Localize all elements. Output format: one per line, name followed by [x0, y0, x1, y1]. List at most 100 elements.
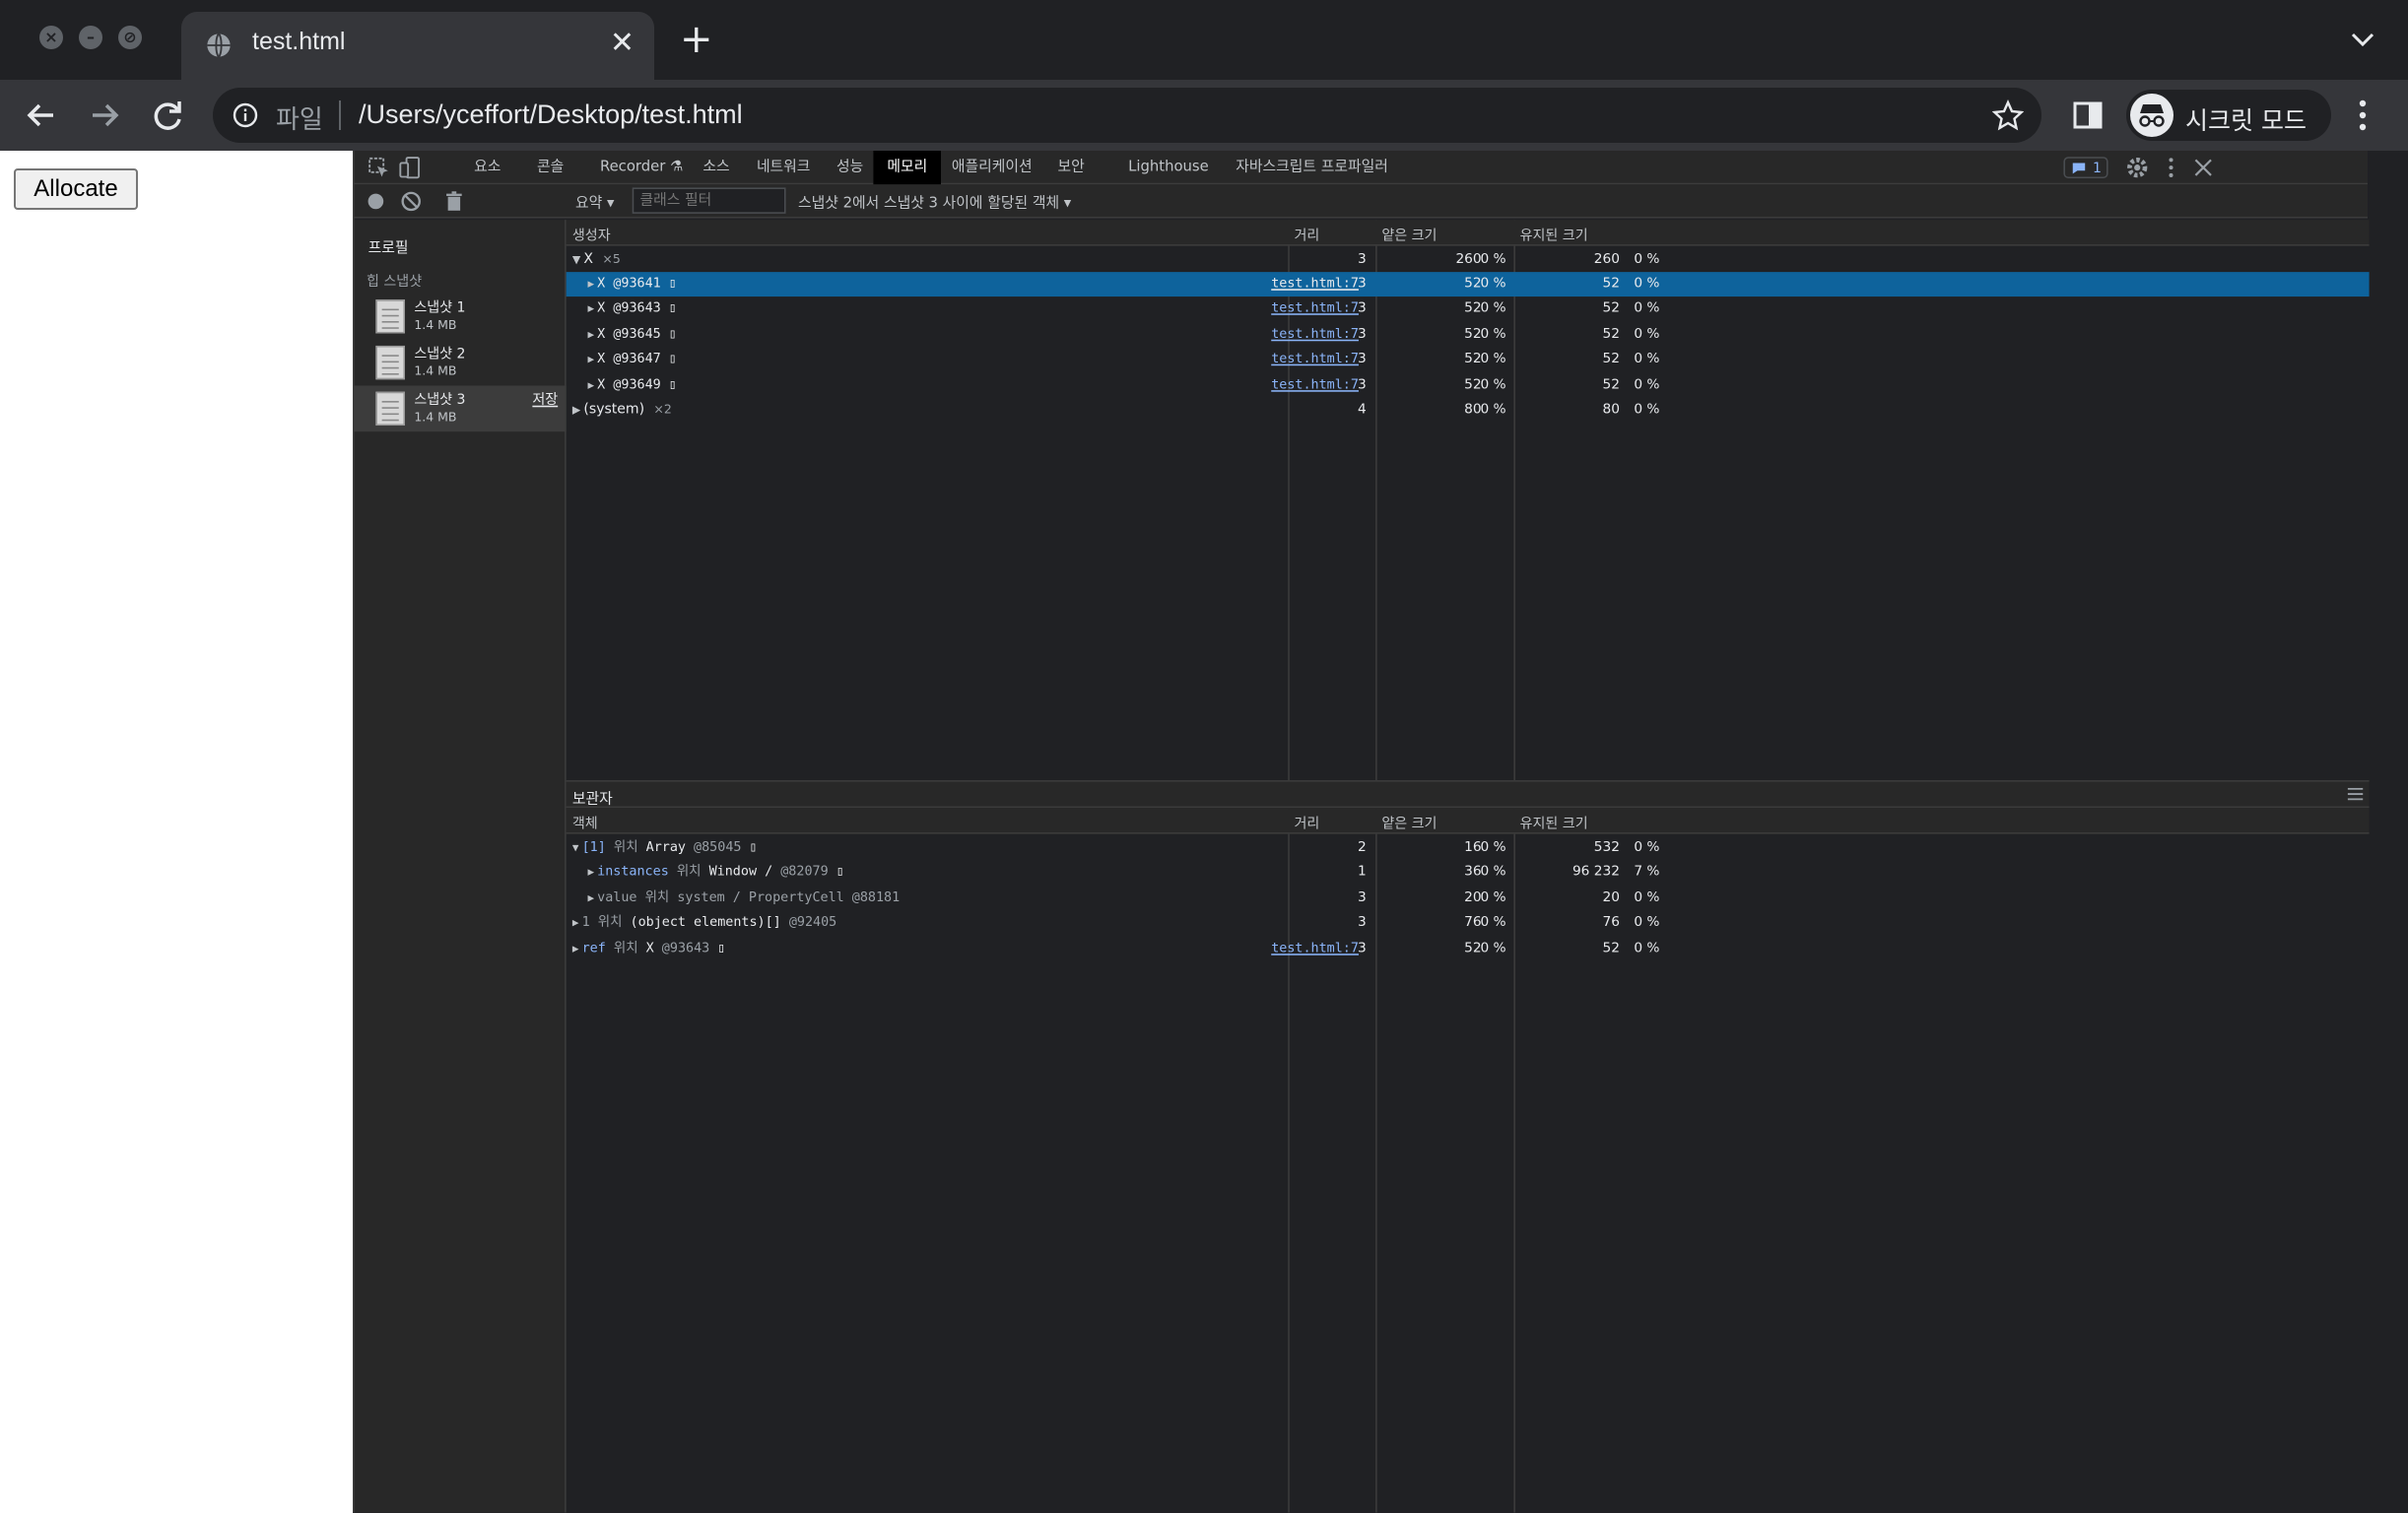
issues-badge[interactable]: 1 — [2063, 157, 2108, 179]
snapshot-item[interactable]: 스냅샷 3 1.4 MB 저장 — [354, 385, 567, 432]
distance-cell: 3 — [1357, 352, 1367, 367]
table-row-group[interactable]: ▶ (system) ×2 4 80 0 % 80 0 % — [567, 398, 2370, 424]
expand-icon[interactable]: ▶ — [587, 278, 594, 290]
distance-cell: 3 — [1357, 301, 1367, 317]
gear-icon[interactable] — [2125, 156, 2150, 180]
expand-icon[interactable]: ▶ — [572, 404, 580, 416]
menu-icon[interactable] — [2347, 787, 2364, 801]
tab-performance[interactable]: 성능 — [836, 151, 863, 184]
close-icon[interactable] — [2191, 156, 2216, 180]
more-vert-icon[interactable] — [2349, 98, 2376, 133]
expand-icon[interactable]: ▶ — [587, 303, 594, 315]
column-distance[interactable]: 거리 — [1294, 813, 1319, 832]
retainer-at: 위치 — [613, 839, 638, 856]
table-row[interactable]: ▶ 1 위치 (object elements)[] @92405 3 76 0 … — [567, 911, 2370, 937]
snapshot-range-select[interactable]: 스냅샷 2에서 스냅샷 3 사이에 할당된 객체 ▾ — [798, 191, 1071, 212]
retainers-header[interactable]: 보관자 — [566, 780, 2370, 809]
table-row[interactable]: ▶ X @93645 ▯ test.html:7 3 52 0 % 52 0 % — [567, 322, 2370, 348]
table-row[interactable]: ▶ X @93643 ▯ test.html:7 3 52 0 % 52 0 % — [567, 297, 2370, 323]
table-row-group[interactable]: ▼ X ×5 3 260 0 % 260 0 % — [567, 246, 2370, 272]
tab-js-profiler[interactable]: 자바스크립트 프로파일러 — [1236, 151, 1388, 184]
retainer-at: 위치 — [644, 889, 670, 906]
table-row[interactable]: ▶ X @93647 ▯ test.html:7 3 52 0 % 52 0 % — [567, 348, 2370, 373]
column-object[interactable]: 객체 — [572, 813, 598, 832]
source-link[interactable]: test.html:7 — [1271, 348, 1359, 373]
view-select[interactable]: 요약 ▾ — [575, 191, 614, 212]
memory-toolbar: 요약 ▾ 스냅샷 2에서 스냅샷 3 사이에 할당된 객체 ▾ — [354, 184, 2369, 219]
side-panel-icon[interactable] — [2073, 101, 2103, 129]
expand-icon[interactable]: ▶ — [587, 892, 594, 904]
browser-tab[interactable]: test.html ✕ — [181, 12, 654, 80]
save-snapshot-link[interactable]: 저장 — [532, 389, 558, 409]
window-minimize-button[interactable]: – — [79, 26, 102, 49]
trash-icon[interactable] — [441, 189, 466, 214]
forward-arrow-icon[interactable] — [81, 92, 128, 139]
expand-icon[interactable]: ▶ — [587, 354, 594, 365]
retained-cell: 52 — [1602, 276, 1620, 293]
shallow-cell: 36 — [1464, 865, 1482, 881]
chevron-down-icon[interactable] — [2349, 30, 2376, 49]
column-retained-size[interactable]: 유지된 크기 — [1520, 813, 1588, 832]
device-toolbar-icon[interactable] — [397, 156, 422, 180]
inspect-element-icon[interactable] — [367, 156, 391, 180]
window-zoom-button[interactable]: ⊘ — [118, 26, 142, 49]
profile-button[interactable]: 시크릿 모드 — [2126, 90, 2331, 141]
column-retained-size[interactable]: 유지된 크기 — [1520, 225, 1588, 244]
reload-icon[interactable] — [144, 92, 191, 139]
close-icon[interactable]: ✕ — [610, 26, 635, 60]
source-link[interactable]: test.html:7 — [1271, 372, 1359, 398]
tab-console[interactable]: 콘솔 — [537, 151, 564, 184]
expand-icon[interactable]: ▶ — [572, 943, 579, 954]
source-link[interactable]: test.html:7 — [1271, 936, 1359, 961]
snapshot-item[interactable]: 스냅샷 2 1.4 MB — [355, 340, 567, 386]
record-icon[interactable] — [364, 189, 388, 214]
column-shallow-size[interactable]: 얕은 크기 — [1381, 225, 1437, 244]
tab-elements[interactable]: 요소 — [474, 151, 501, 184]
table-row[interactable]: ▶ X @93641 ▯ test.html:7 3 52 0 % 52 0 % — [566, 271, 2370, 297]
star-icon[interactable] — [1992, 99, 2024, 131]
snapshot-item[interactable]: 스냅샷 1 1.4 MB — [355, 294, 567, 340]
table-row[interactable]: ▼ [1] 위치 Array @85045 ▯ 2 16 0 % 532 0 % — [567, 835, 2370, 861]
expand-icon[interactable]: ▶ — [587, 867, 594, 879]
tab-security[interactable]: 보안 — [1057, 151, 1084, 184]
clear-icon[interactable] — [399, 189, 424, 214]
tab-recorder[interactable]: Recorder ⚗ — [600, 151, 683, 184]
snapshot-icon — [375, 345, 405, 380]
table-row[interactable]: ▶ X @93649 ▯ test.html:7 3 52 0 % 52 0 % — [567, 372, 2370, 398]
info-icon[interactable] — [233, 102, 258, 128]
table-row[interactable]: ▶ value 위치 system / PropertyCell @88181 3… — [567, 886, 2370, 911]
tab-lighthouse[interactable]: Lighthouse — [1128, 151, 1209, 184]
window-close-button[interactable]: × — [39, 26, 63, 49]
shallow-pct: 0 % — [1480, 839, 1506, 856]
source-link[interactable]: test.html:7 — [1271, 272, 1359, 297]
plus-icon[interactable]: + — [680, 20, 713, 59]
tab-sources[interactable]: 소스 — [702, 151, 729, 184]
source-link[interactable]: test.html:7 — [1271, 322, 1359, 348]
column-shallow-size[interactable]: 얕은 크기 — [1381, 813, 1437, 832]
issues-count: 1 — [2093, 161, 2102, 177]
tab-application[interactable]: 애플리케이션 — [952, 151, 1033, 184]
expand-icon[interactable]: ▼ — [572, 841, 579, 853]
table-row[interactable]: ▶ instances 위치 Window / @82079 ▯ 1 36 0 %… — [567, 861, 2370, 887]
class-filter-input[interactable] — [632, 187, 786, 214]
allocate-button[interactable]: Allocate — [14, 168, 138, 210]
tab-network[interactable]: 네트워크 — [757, 151, 811, 184]
tab-memory[interactable]: 메모리 — [873, 151, 942, 185]
incognito-icon — [2130, 94, 2174, 137]
column-constructor[interactable]: 생성자 — [572, 225, 611, 244]
distance-cell: 3 — [1357, 941, 1367, 956]
shallow-cell: 80 — [1464, 402, 1482, 419]
snapshot-name: 스냅샷 1 — [414, 300, 466, 317]
table-row[interactable]: ▶ ref 위치 X @93643 ▯ test.html:7 3 52 0 % … — [567, 936, 2370, 961]
expand-icon[interactable]: ▶ — [587, 378, 594, 390]
url-text[interactable]: /Users/yceffort/Desktop/test.html — [359, 99, 743, 130]
address-bar[interactable]: 파일 /Users/yceffort/Desktop/test.html — [213, 88, 2041, 143]
expand-icon[interactable]: ▶ — [572, 917, 579, 929]
more-vert-icon[interactable] — [2159, 156, 2183, 180]
back-arrow-icon[interactable] — [18, 92, 65, 139]
expand-icon[interactable]: ▼ — [572, 253, 580, 265]
expand-icon[interactable]: ▶ — [587, 328, 594, 340]
column-distance[interactable]: 거리 — [1294, 225, 1319, 244]
source-link[interactable]: test.html:7 — [1271, 297, 1359, 323]
row-name: X — [597, 276, 606, 293]
